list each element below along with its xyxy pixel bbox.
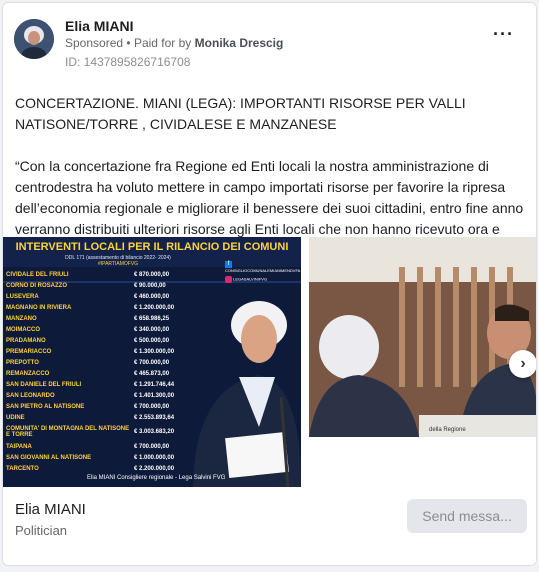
poster-row-importo: € 500.000,00 <box>134 337 170 344</box>
poster-row-importo: € 90.000,00 <box>134 282 166 289</box>
poster-title: INTERVENTI LOCALI PER IL RILANCIO DEI CO… <box>15 241 289 253</box>
poster-row-comune: TARCENTO <box>6 465 39 472</box>
poster-row: PRADAMANO € 500.000,00 <box>6 335 186 346</box>
poster-row-comune: SAN DANIELE DEL FRIULI <box>6 381 82 388</box>
facebook-handle: CONSIGLIOCOMUNALEMIANIMENDVFA <box>225 268 301 273</box>
poster-row: COMUNITA' DI MONTAGNA DEL NATISONE E TOR… <box>6 423 186 441</box>
poster-row-importo: € 2.200.000,00 <box>134 465 175 472</box>
poster-row-importo: € 1.300.000,00 <box>134 348 175 355</box>
poster-footer: Elia MIANI Consigliere regionale - Lega … <box>87 475 226 481</box>
poster-row: MAGNANO IN RIVIERA € 1.200.000,00 <box>6 302 186 313</box>
poster-row-importo: € 1.000.000,00 <box>134 454 175 461</box>
poster-row: CIVIDALE DEL FRIULI € 870.000,00 <box>6 269 186 280</box>
poster-row-comune: MANZANO <box>6 315 37 322</box>
carousel-next-button[interactable]: › <box>509 350 536 378</box>
poster-row-comune: SAN GIOVANNI AL NATISONE <box>6 454 92 461</box>
poster-row: UDINE € 2.553.893,64 <box>6 412 186 423</box>
poster-row-importo: € 2.553.893,64 <box>134 414 175 421</box>
poster-row-comune: PREMARIACCO <box>6 348 52 355</box>
poster-social: f CONSIGLIOCOMUNALEMIANIMENDVFA LEGASALV… <box>225 261 301 283</box>
poster-row: LUSEVERA € 460.000,00 <box>6 291 186 302</box>
poster-row-comune: SAN PIETRO AL NATISONE <box>6 403 85 410</box>
poster-row-importo: € 1.200.000,00 <box>134 304 175 311</box>
poster-row-importo: € 700.000,00 <box>134 403 170 410</box>
poster-row-comune: LUSEVERA <box>6 293 39 300</box>
poster-table: CIVIDALE DEL FRIULI € 870.000,00 CORNO DI … <box>6 269 186 474</box>
poster-row-importo: € 870.000,00 <box>134 271 170 278</box>
poster-row: CORNO DI ROSAZZO € 90.000,00 <box>6 280 186 291</box>
poster-row: REMANZACCO € 465.873,00 <box>6 368 186 379</box>
ad-image-poster[interactable]: INTERVENTI LOCALI PER IL RILANCIO DEI CO… <box>3 237 301 487</box>
poster-row: SAN PIETRO AL NATISONE € 700.000,00 <box>6 401 186 412</box>
poster-row-comune: CIVIDALE DEL FRIULI <box>6 271 69 278</box>
ad-id: ID: 1437895826716708 <box>65 55 191 69</box>
poster-row: MOIMACCO € 340.000,00 <box>6 324 186 335</box>
poster-row: PREPOTTO € 700.000,00 <box>6 357 186 368</box>
footer-page-category: Politician <box>15 523 68 538</box>
instagram-icon <box>225 276 232 283</box>
footer-page-name[interactable]: Elia MIANI <box>15 501 86 518</box>
poster-row: MANZANO € 658.986,25 <box>6 313 186 324</box>
poster-row-importo: € 3.003.683,20 <box>134 429 175 435</box>
poster-row: PREMARIACCO € 1.300.000,00 <box>6 346 186 357</box>
poster-row: SAN DANIELE DEL FRIULI € 1.291.746,44 <box>6 379 186 390</box>
poster-row-comune: CORNO DI ROSAZZO <box>6 282 67 289</box>
paid-for-prefix: Paid for by <box>133 36 192 50</box>
sponsored-line: Sponsored • Paid for by Monika Drescig <box>65 36 283 50</box>
poster-row-comune: COMUNITA' DI MONTAGNA DEL NATISONE E TOR… <box>6 426 130 438</box>
instagram-handle: LEGASALVINIFVG <box>233 276 268 282</box>
poster-row-comune: MOIMACCO <box>6 326 40 333</box>
poster-row-comune: REMANZACCO <box>6 370 50 377</box>
ad-image-photo[interactable]: della Regione <box>309 237 536 437</box>
poster-row: TAIPANA € 700.000,00 <box>6 441 186 452</box>
poster-row-importo: € 1.291.746,44 <box>134 381 175 388</box>
chevron-right-icon: › <box>520 355 526 372</box>
poster-hashtag: #IPARTIAMOFVG <box>97 261 139 267</box>
separator-dot: • <box>126 36 134 50</box>
sponsored-label: Sponsored <box>65 36 124 50</box>
poster-row-importo: € 460.000,00 <box>134 293 170 300</box>
poster-row: SAN LEONARDO € 1.401.300,00 <box>6 390 186 401</box>
poster-row-importo: € 340.000,00 <box>134 326 170 333</box>
poster-row: SAN GIOVANNI AL NATISONE € 1.000.000,00 <box>6 452 186 463</box>
advertiser-name[interactable]: Elia MIANI <box>65 18 133 34</box>
poster-row-importo: € 1.401.300,00 <box>134 392 175 399</box>
poster-row-importo: € 658.986,25 <box>134 315 170 322</box>
payer-name: Monika Drescig <box>194 36 284 50</box>
facebook-icon: f <box>225 261 232 268</box>
poster-row-comune: UDINE <box>6 414 25 421</box>
poster-row-comune: TAIPANA <box>6 443 32 450</box>
poster-row-importo: € 465.873,00 <box>134 370 170 377</box>
poster-row: TARCENTO € 2.200.000,00 <box>6 463 186 474</box>
send-message-button[interactable]: Send messa... <box>407 499 527 533</box>
advertiser-avatar[interactable] <box>14 19 54 59</box>
poster-row-comune: MAGNANO IN RIVIERA <box>6 304 72 311</box>
ad-card: Elia MIANI Sponsored • Paid for by Monik… <box>2 2 537 566</box>
poster-row-importo: € 700.000,00 <box>134 359 170 366</box>
poster-row-importo: € 700.000,00 <box>134 443 170 450</box>
poster-row-comune: PREPOTTO <box>6 359 39 366</box>
nameplate-text: della Regione <box>429 427 466 433</box>
poster-subtitle: DDL 171 (assestamento di bilancio 2022- … <box>3 255 233 267</box>
more-options-icon[interactable]: ··· <box>493 25 514 43</box>
post-headline: CONCERTAZIONE. MIANI (LEGA): IMPORTANTI … <box>15 95 466 132</box>
poster-row-comune: SAN LEONARDO <box>6 392 55 399</box>
poster-row-comune: PRADAMANO <box>6 337 46 344</box>
